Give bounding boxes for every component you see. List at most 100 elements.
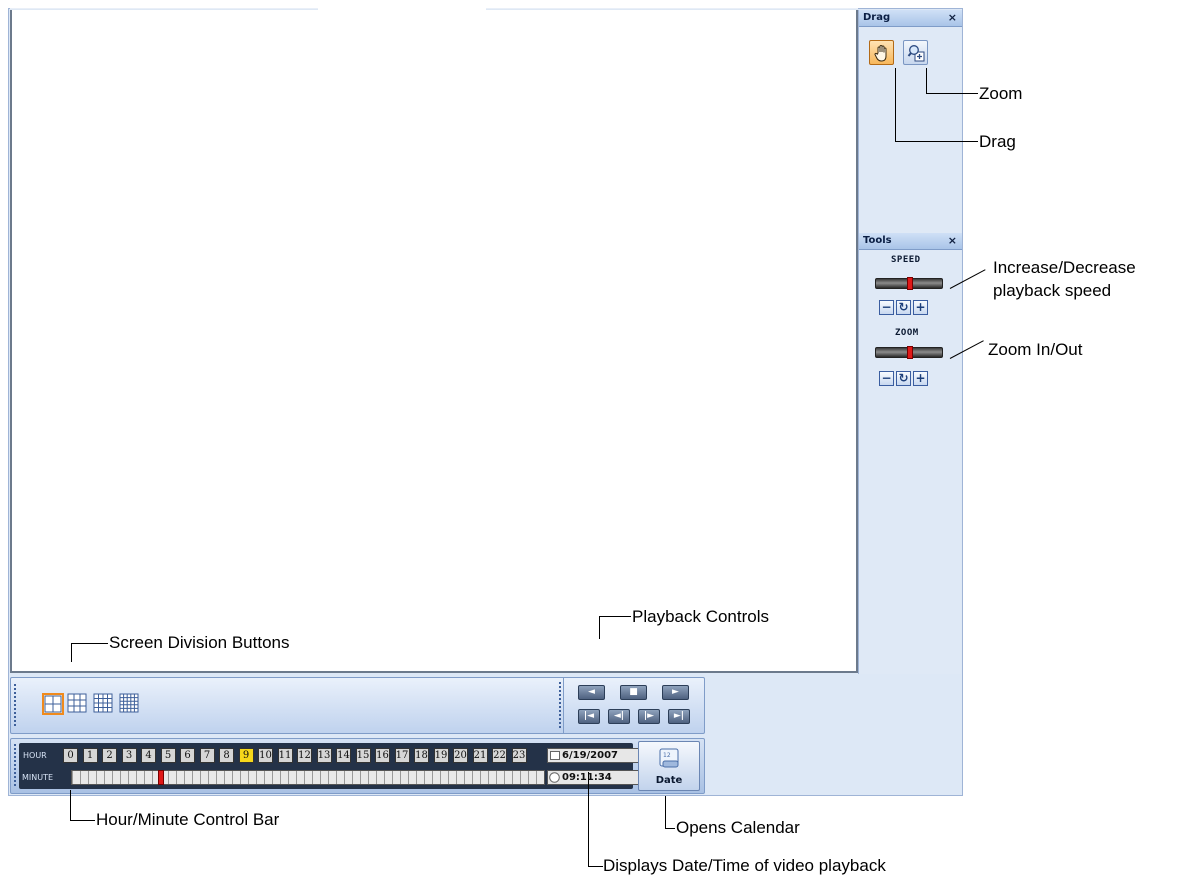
screen-division-toolbar: ◄ ■ ► |◄ ◄| |► ►| [10, 677, 705, 734]
playback-controls-annotation: Playback Controls [632, 607, 770, 626]
minute-label: MINUTE [22, 773, 54, 782]
zoom-slider[interactable] [875, 346, 943, 359]
division-callout-line-v [71, 643, 72, 662]
grid-2x2-icon [44, 695, 62, 713]
date-button-label: Date [655, 775, 683, 786]
hour-button[interactable]: 11 [277, 748, 293, 763]
zoom-tool-button[interactable] [903, 40, 928, 65]
speed-reset-button[interactable]: ↻ [896, 300, 911, 315]
hour-button[interactable]: 19 [433, 748, 449, 763]
zoom-annotation: Zoom [979, 84, 1023, 103]
opens-calendar-annotation: Opens Calendar [676, 818, 800, 837]
grid-5x5-icon [119, 693, 139, 713]
division-4x4-button[interactable] [93, 693, 115, 715]
zoom-reset-button[interactable]: ↻ [896, 371, 911, 386]
magnifier-icon [907, 45, 925, 62]
hour-button[interactable]: 23 [511, 748, 527, 763]
drag-tool-button[interactable] [869, 40, 894, 65]
datetime-callout-line-h [588, 866, 603, 867]
hour-button[interactable]: 4 [141, 748, 156, 763]
zoom-io-annotation: Zoom In/Out [988, 340, 1083, 359]
speed-annotation-line2: playback speed [993, 281, 1112, 300]
hour-button[interactable]: 2 [102, 748, 117, 763]
play-icon: ► [672, 687, 679, 697]
division-2x2-button[interactable] [42, 693, 64, 715]
hour-minute-annotation: Hour/Minute Control Bar [96, 810, 280, 829]
zoom-in-button[interactable]: + [913, 371, 928, 386]
hour-minute-control-bar: HOUR MINUTE 0 1 2 3 4 5 6 7 8 9 10 11 12 13 14 15 16 17 18… [10, 738, 705, 794]
datetime-annotation: Displays Date/Time of video playback [603, 856, 886, 875]
hour-button[interactable]: 17 [394, 748, 410, 763]
drag-annotation: Drag [979, 132, 1016, 151]
play-button[interactable]: ► [662, 685, 689, 700]
tools-panel-close-icon[interactable]: × [948, 234, 957, 247]
minute-slider-thumb[interactable] [158, 770, 164, 785]
side-panel: Drag × Tools × SPEED − ↻ + ZOOM − ↻ + [858, 10, 962, 674]
first-frame-button[interactable]: |◄ [578, 709, 600, 724]
speed-slider[interactable] [875, 277, 943, 290]
playback-callout-line-h [599, 616, 631, 617]
reset-icon: ↻ [898, 371, 909, 385]
playback-time-display: 09:11:34 [547, 770, 640, 785]
svg-text:12: 12 [663, 752, 671, 759]
timebar-grip[interactable] [14, 744, 16, 788]
zoom-out-button[interactable]: − [879, 371, 894, 386]
step-back-icon: ◄| [613, 711, 625, 721]
toolbar-grip[interactable] [14, 684, 16, 728]
hour-button[interactable]: 16 [375, 748, 390, 763]
clock-icon [549, 772, 560, 783]
hour-button[interactable]: 10 [258, 748, 273, 763]
hour-button[interactable]: 8 [219, 748, 234, 763]
zoom-callout-line-v [926, 68, 927, 94]
tools-panel-title: Tools [863, 235, 892, 246]
hour-button[interactable]: 20 [453, 748, 468, 763]
hour-button[interactable]: 9 [238, 748, 254, 763]
speed-slider-thumb[interactable] [907, 277, 913, 290]
drag-panel-title: Drag [863, 12, 891, 23]
video-display-area[interactable] [10, 10, 858, 673]
speed-decrease-button[interactable]: − [879, 300, 894, 315]
playback-callout-line-v [599, 616, 600, 639]
plus-icon: + [915, 300, 926, 314]
stop-button[interactable]: ■ [620, 685, 647, 700]
playback-date-display: 6/19/2007 [547, 748, 640, 763]
hour-minute-callout-line-v [70, 790, 71, 820]
hour-button[interactable]: 13 [316, 748, 332, 763]
hour-button[interactable]: 0 [63, 748, 78, 763]
hour-button[interactable]: 21 [472, 748, 488, 763]
reverse-play-button[interactable]: ◄ [578, 685, 605, 700]
hour-button[interactable]: 6 [180, 748, 195, 763]
division-3x3-button[interactable] [67, 693, 89, 715]
playback-time: 09:11:34 [562, 772, 612, 783]
hour-button[interactable]: 3 [121, 748, 137, 763]
step-forward-button[interactable]: |► [638, 709, 660, 724]
division-callout-line-h [71, 643, 108, 644]
hour-button[interactable]: 14 [336, 748, 351, 763]
calendar-callout-line-h [665, 828, 675, 829]
stop-icon: ■ [629, 687, 638, 697]
skip-end-icon: ►| [673, 711, 685, 721]
hour-button[interactable]: 5 [160, 748, 176, 763]
hour-button[interactable]: 12 [297, 748, 312, 763]
grid-4x4-icon [93, 693, 113, 713]
zoom-slider-thumb[interactable] [907, 346, 913, 359]
drag-panel-close-icon[interactable]: × [948, 11, 957, 24]
speed-increase-button[interactable]: + [913, 300, 928, 315]
zoom-label: ZOOM [895, 328, 919, 338]
minute-slider[interactable] [71, 770, 545, 785]
last-frame-button[interactable]: ►| [668, 709, 690, 724]
reverse-icon: ◄ [588, 687, 595, 697]
grid-3x3-icon [67, 693, 87, 713]
division-5x5-button[interactable] [119, 693, 141, 715]
calendar-icon: 12 [659, 748, 679, 768]
hour-button[interactable]: 15 [355, 748, 371, 763]
playback-grip[interactable] [559, 682, 561, 728]
zoom-callout-line-h [926, 93, 978, 94]
step-back-button[interactable]: ◄| [608, 709, 630, 724]
hour-button[interactable]: 7 [199, 748, 215, 763]
hour-button[interactable]: 1 [82, 748, 98, 763]
hour-button[interactable]: 18 [414, 748, 429, 763]
hour-button[interactable]: 22 [492, 748, 507, 763]
date-calendar-button[interactable]: 12 Date [638, 741, 700, 791]
hour-minute-callout-line-h [70, 820, 95, 821]
